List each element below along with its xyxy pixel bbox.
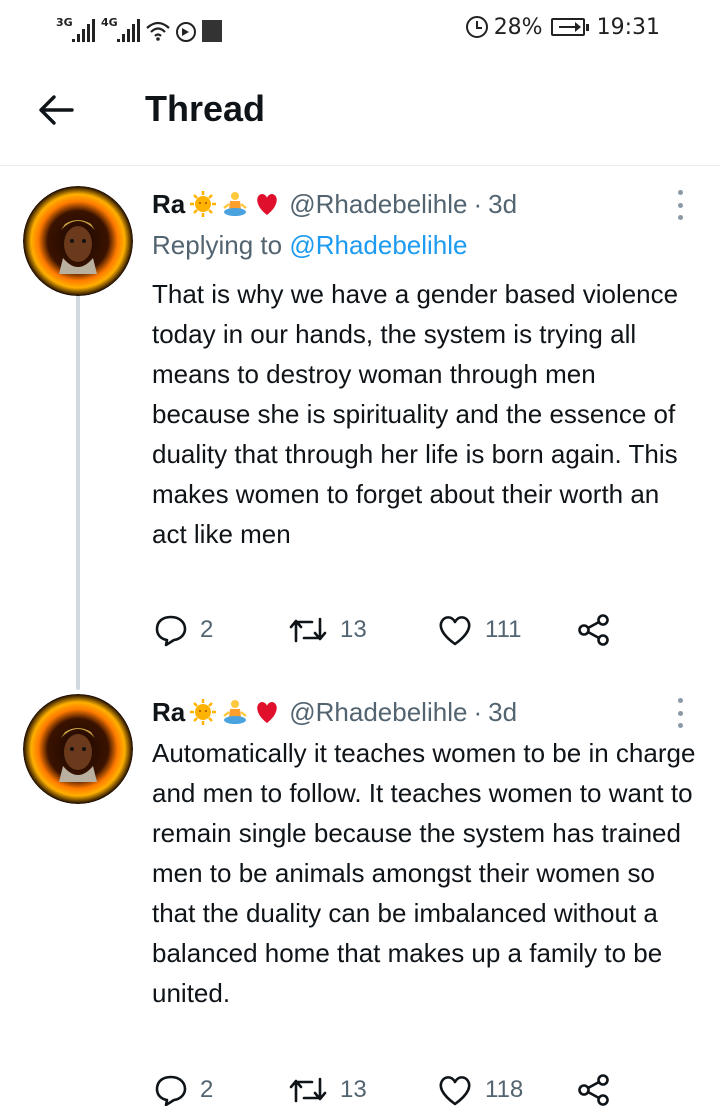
share-icon <box>578 614 609 646</box>
page-title: Thread <box>145 88 266 129</box>
tweet-header: Ra @Rhadebelihle · 3d <box>152 188 517 220</box>
reply-count: 2 <box>200 616 214 643</box>
like-count: 111 <box>485 616 522 643</box>
red-heart-emoji-icon <box>257 194 277 215</box>
heart-icon <box>439 616 471 646</box>
share-button[interactable] <box>577 610 611 650</box>
like-count: 118 <box>485 1076 524 1103</box>
tweet-text: Automatically it teaches women to be in … <box>152 738 696 1008</box>
vertical-dots-icon[interactable] <box>676 190 684 220</box>
heart-icon <box>439 1076 471 1106</box>
battery-percent: 28% <box>493 14 543 40</box>
avatar[interactable] <box>23 694 133 804</box>
network-type-label: 4G <box>101 16 118 29</box>
share-icon <box>578 1074 609 1106</box>
alarm-icon <box>465 16 488 38</box>
speech-bubble-icon <box>155 1075 187 1106</box>
replying-to-link[interactable]: @Rhadebelihle <box>289 230 467 260</box>
tweet-age[interactable]: 3d <box>488 189 517 220</box>
tweet-header: Ra @Rhadebelihle · 3d <box>152 696 517 728</box>
avatar[interactable] <box>23 186 133 296</box>
cellular-signal-icon: 4G <box>101 16 140 42</box>
tweet-text: That is why we have a gender based viole… <box>152 279 679 549</box>
reply-button[interactable]: 2 <box>154 610 213 650</box>
reply-count: 2 <box>200 1076 214 1103</box>
meditating-person-emoji-icon <box>223 700 247 724</box>
tweet-actions: 2 13 111 <box>152 610 622 650</box>
replying-to-label: Replying to <box>152 230 290 260</box>
retweet-count: 13 <box>340 1076 367 1103</box>
like-button[interactable]: 111 <box>437 610 521 650</box>
like-button[interactable]: 118 <box>437 1070 523 1106</box>
reply-button[interactable]: 2 <box>154 1070 213 1106</box>
retweet-button[interactable]: 13 <box>288 610 367 650</box>
retweet-icon <box>289 617 327 643</box>
separator-dot: · <box>473 696 483 727</box>
thread-connector-line <box>76 272 80 690</box>
replying-to: Replying to @Rhadebelihle <box>152 230 468 261</box>
media-play-icon <box>176 22 196 42</box>
notification-square-icon <box>202 20 222 42</box>
retweet-icon <box>289 1077 327 1103</box>
display-name[interactable]: Ra <box>152 697 185 728</box>
user-handle[interactable]: @Rhadebelihle <box>289 697 467 728</box>
battery-charging-icon <box>550 18 589 36</box>
tweet-actions: 2 13 118 <box>152 1070 622 1106</box>
display-name[interactable]: Ra <box>152 189 185 220</box>
app-header: Thread <box>0 56 720 166</box>
retweet-count: 13 <box>340 616 367 643</box>
sun-emoji-icon <box>190 191 217 217</box>
network-type-label: 3G <box>56 16 73 29</box>
tweet-age[interactable]: 3d <box>488 697 517 728</box>
wifi-icon <box>146 21 170 41</box>
arrow-left-icon[interactable] <box>36 90 76 130</box>
retweet-button[interactable]: 13 <box>288 1070 367 1106</box>
meditating-person-emoji-icon <box>223 192 247 216</box>
red-heart-emoji-icon <box>257 702 277 723</box>
separator-dot: · <box>473 188 483 219</box>
user-handle[interactable]: @Rhadebelihle <box>289 189 467 220</box>
speech-bubble-icon <box>155 615 187 647</box>
vertical-dots-icon[interactable] <box>676 698 684 728</box>
clock-time: 19:31 <box>596 14 660 40</box>
share-button[interactable] <box>577 1070 611 1106</box>
status-bar: 3G 4G 28% 19:31 <box>0 0 720 56</box>
cellular-signal-icon: 3G <box>56 16 95 42</box>
sun-emoji-icon <box>190 699 217 725</box>
